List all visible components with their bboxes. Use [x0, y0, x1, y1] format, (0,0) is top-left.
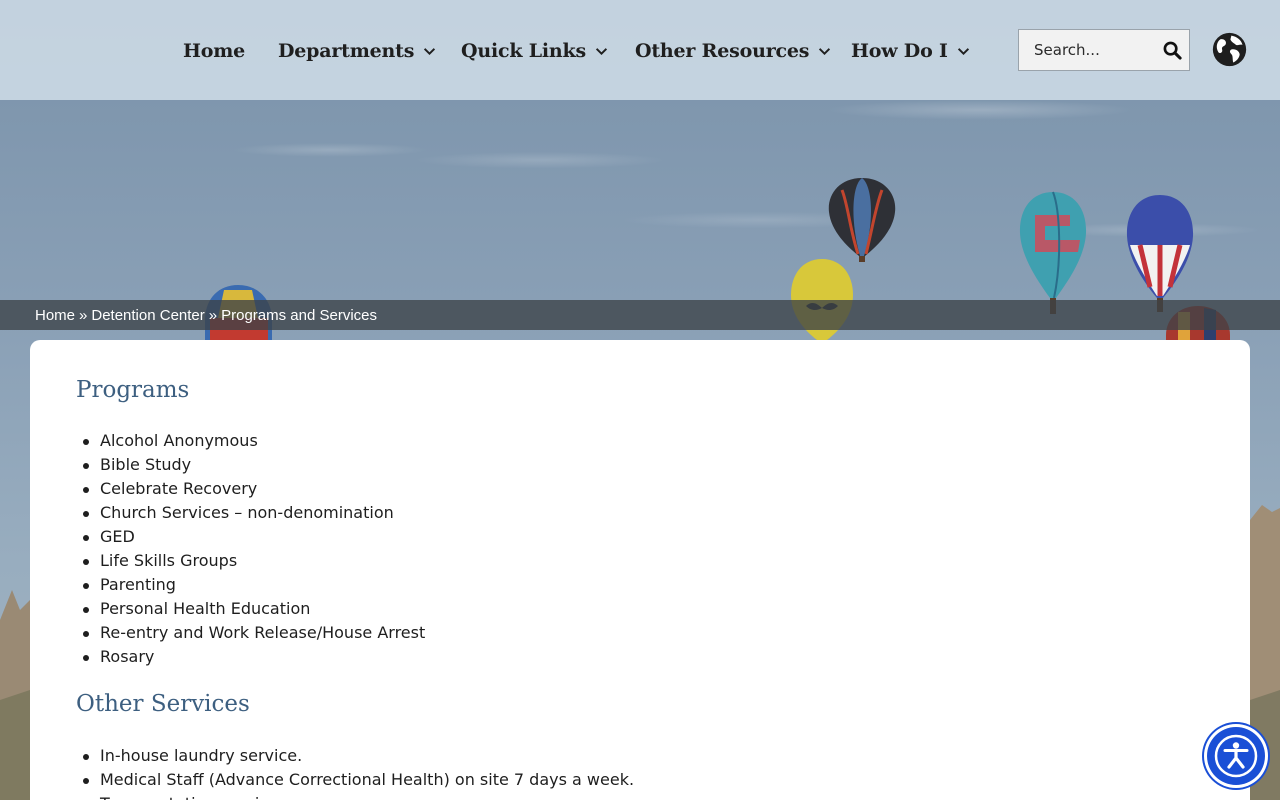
- list-item: Re-entry and Work Release/House Arrest: [82, 621, 425, 645]
- programs-heading: Programs: [76, 377, 190, 403]
- nav-other-resources[interactable]: Other Resources: [635, 36, 831, 66]
- list-item: Rosary: [82, 645, 425, 669]
- breadcrumb-detention-center[interactable]: Detention Center: [91, 307, 204, 324]
- chevron-down-icon: [595, 47, 608, 55]
- breadcrumb-separator: »: [79, 306, 88, 324]
- list-item: Church Services – non-denomination: [82, 501, 425, 525]
- nav-departments-label: Departments: [278, 40, 415, 62]
- list-item: Medical Staff (Advance Correctional Heal…: [82, 768, 634, 792]
- programs-list: Alcohol Anonymous Bible Study Celebrate …: [82, 429, 425, 669]
- nav-how-do-i[interactable]: How Do I: [851, 36, 970, 66]
- list-item: Celebrate Recovery: [82, 477, 425, 501]
- breadcrumb-current: Programs and Services: [221, 306, 378, 324]
- chevron-down-icon: [957, 47, 969, 55]
- nav-departments[interactable]: Departments: [278, 36, 436, 66]
- site-header: Home Departments Quick Links Other Resou…: [0, 0, 1280, 100]
- list-item: In-house laundry service.: [82, 744, 634, 768]
- chevron-down-icon: [819, 47, 831, 55]
- search-input[interactable]: [1019, 30, 1155, 70]
- breadcrumb-home[interactable]: Home: [35, 307, 75, 324]
- list-item: Alcohol Anonymous: [82, 429, 425, 453]
- chevron-down-icon: [424, 47, 436, 55]
- list-item: Bible Study: [82, 453, 425, 477]
- nav-home-label: Home: [183, 40, 246, 62]
- nav-other-resources-label: Other Resources: [635, 40, 810, 62]
- list-item: Transportation services.: [100, 792, 634, 800]
- breadcrumb-separator: »: [208, 306, 218, 324]
- nav-quick-links-label: Quick Links: [461, 40, 586, 62]
- list-item: GED: [82, 525, 425, 549]
- search-button[interactable]: [1155, 30, 1189, 70]
- list-item: Parenting: [82, 573, 425, 597]
- list-item: Life Skills Groups: [82, 549, 425, 573]
- accessibility-button[interactable]: [1207, 727, 1265, 785]
- globe-icon[interactable]: [1211, 31, 1248, 68]
- nav-how-do-i-label: How Do I: [851, 40, 948, 62]
- nav-quick-links[interactable]: Quick Links: [461, 36, 608, 66]
- search-box: [1018, 29, 1190, 71]
- content-card: Programs Alcohol Anonymous Bible Study C…: [30, 340, 1250, 800]
- nav-home[interactable]: Home: [183, 36, 245, 66]
- search-icon: [1163, 41, 1182, 60]
- breadcrumb: Home » Detention Center » Programs and S…: [0, 300, 1280, 330]
- other-services-list: In-house laundry service. Medical Staff …: [82, 744, 634, 800]
- accessibility-icon: [1214, 734, 1258, 778]
- list-item: Personal Health Education: [82, 597, 425, 621]
- other-services-heading: Other Services: [76, 691, 250, 717]
